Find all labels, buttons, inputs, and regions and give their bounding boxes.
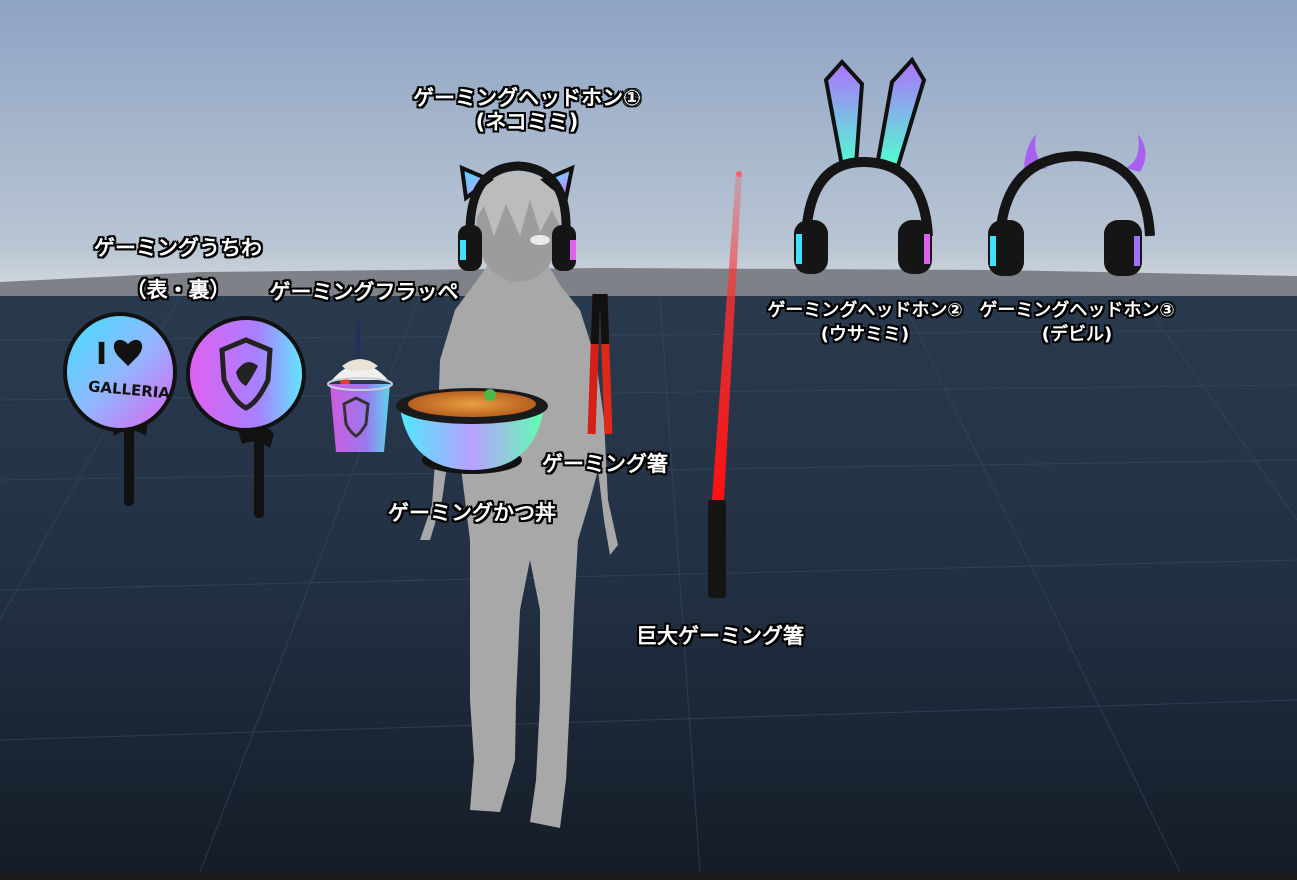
label-uchiwa-line1: ゲーミングうちわ <box>94 236 262 260</box>
label-chopsticks: ゲーミング箸 <box>542 452 668 476</box>
uchiwa-front-i: I <box>96 337 107 372</box>
label-headphone2-line1: ゲーミングヘッドホン② <box>767 300 963 321</box>
label-headphone1-line1: ゲーミングヘッドホン① <box>413 86 641 110</box>
label-headphone1-line2: (ネコミミ) <box>475 110 579 134</box>
label-headphone3-line1: ゲーミングヘッドホン③ <box>979 300 1175 321</box>
label-giant-chopsticks: 巨大ゲーミング箸 <box>636 624 804 648</box>
label-headphone3-line2: (デビル) <box>1041 324 1113 345</box>
label-frappe: ゲーミングフラッペ <box>269 280 459 304</box>
label-katsudon: ゲーミングかつ丼 <box>388 501 556 525</box>
label-headphone2-line2: (ウサミミ) <box>820 324 910 345</box>
label-uchiwa-line2: （表・裏） <box>125 278 231 302</box>
status-bar <box>0 872 1297 880</box>
